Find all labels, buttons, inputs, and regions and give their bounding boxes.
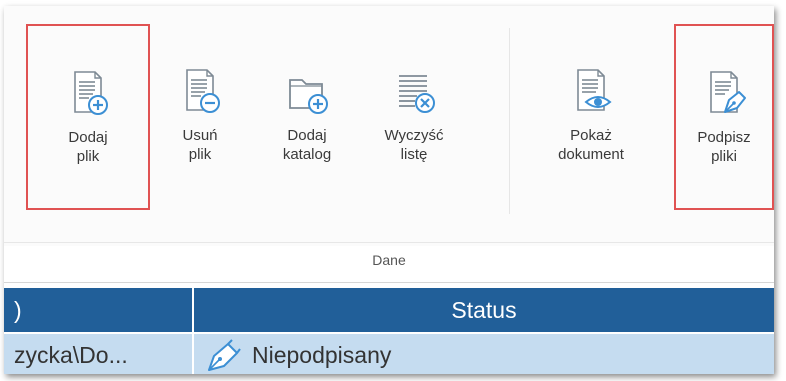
clear-list-button[interactable]: Wyczyść listę [370,24,458,210]
show-document-button[interactable]: Pokaż dokument [536,24,646,210]
doc-pen-icon [699,68,749,120]
add-folder-label: Dodaj katalog [282,127,332,163]
add-folder-button[interactable]: Dodaj katalog [266,24,348,210]
doc-eye-icon [566,66,616,118]
remove-file-label: Usuń plik [182,127,218,163]
group-divider [4,242,774,243]
show-document-label: Pokaż dokument [558,127,624,163]
pen-nib-icon [208,339,241,371]
table-header: ) Status [4,288,774,332]
remove-file-button[interactable]: Usuń plik [164,24,236,210]
ribbon-group-label: Dane [372,252,406,268]
column-header-path[interactable]: ) [4,288,192,332]
column-header-status[interactable]: Status [194,288,774,332]
doc-minus-icon [175,66,225,118]
ribbon-border [4,282,774,283]
add-file-label: Dodaj plik [68,129,108,165]
ribbon: Dodaj plik Usuń plik Dodaj katalog Wyczy… [4,6,774,283]
list-clear-icon [389,66,439,118]
application-window: Dodaj plik Usuń plik Dodaj katalog Wyczy… [4,6,774,374]
ribbon-separator [509,28,510,214]
add-file-button[interactable]: Dodaj plik [26,24,150,210]
clear-list-label: Wyczyść listę [384,127,444,163]
cell-status: Niepodpisany [194,334,774,374]
cell-path: zycka\Do... [14,342,128,368]
folder-plus-icon [282,66,332,118]
sign-files-button[interactable]: Podpisz pliki [674,24,774,210]
doc-plus-icon [63,68,113,120]
table-row[interactable]: zycka\Do... Niepodpisany [4,334,774,374]
sign-files-label: Podpisz pliki [697,129,751,165]
status-text: Niepodpisany [252,342,392,368]
